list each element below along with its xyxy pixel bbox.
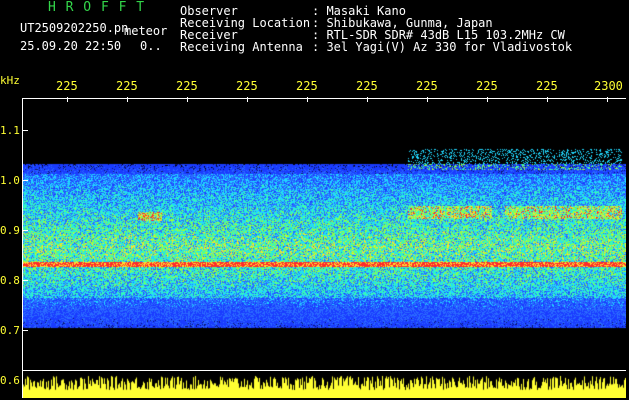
y-tick-mark: [22, 180, 28, 181]
spectrogram-waterfall: [22, 98, 626, 398]
x-tick-label: 2300: [594, 79, 623, 93]
y-axis-unit: kHz: [0, 74, 20, 87]
antenna-value: : 3el Yagi(V) Az 330 for Vladivostok: [312, 40, 573, 54]
x-tick-mark: [607, 97, 608, 102]
x-tick-mark: [307, 97, 308, 102]
x-tick-label: 225: [296, 79, 318, 93]
x-tick-label: 225: [116, 79, 138, 93]
y-tick-label: 0.8: [0, 274, 20, 287]
y-tick-mark: [22, 330, 28, 331]
y-tick-label: 0.7: [0, 324, 20, 337]
x-tick-mark: [67, 97, 68, 102]
y-tick-mark: [22, 230, 28, 231]
x-tick-label: 225: [236, 79, 258, 93]
x-tick-mark: [367, 97, 368, 102]
y-tick-label: 1.0: [0, 174, 20, 187]
x-tick-label: 225: [176, 79, 198, 93]
antenna-label: Receiving Antenna: [180, 40, 303, 54]
x-tick-mark: [127, 97, 128, 102]
x-tick-mark: [247, 97, 248, 102]
y-tick-label: 0.6: [0, 374, 20, 387]
y-tick-label: 0.9: [0, 224, 20, 237]
app-title: H R O F F T: [48, 0, 146, 15]
y-tick-label: 1.1: [0, 124, 20, 137]
baseline-rule: [22, 370, 626, 371]
x-tick-label: 225: [536, 79, 558, 93]
x-tick-label: 225: [476, 79, 498, 93]
file-name: UT2509202250.pn: [20, 21, 129, 35]
x-tick-mark: [187, 97, 188, 102]
x-tick-label: 225: [56, 79, 78, 93]
y-tick-mark: [22, 280, 28, 281]
x-tick-label: 225: [416, 79, 438, 93]
status-text: 0..: [140, 39, 162, 53]
file-datetime: 25.09.20 22:50: [20, 39, 122, 53]
x-tick-mark: [487, 97, 488, 102]
x-tick-mark: [427, 97, 428, 102]
y-tick-mark: [22, 130, 28, 131]
x-tick-label: 225: [356, 79, 378, 93]
x-tick-mark: [547, 97, 548, 102]
mode-label: meteor: [124, 24, 168, 38]
